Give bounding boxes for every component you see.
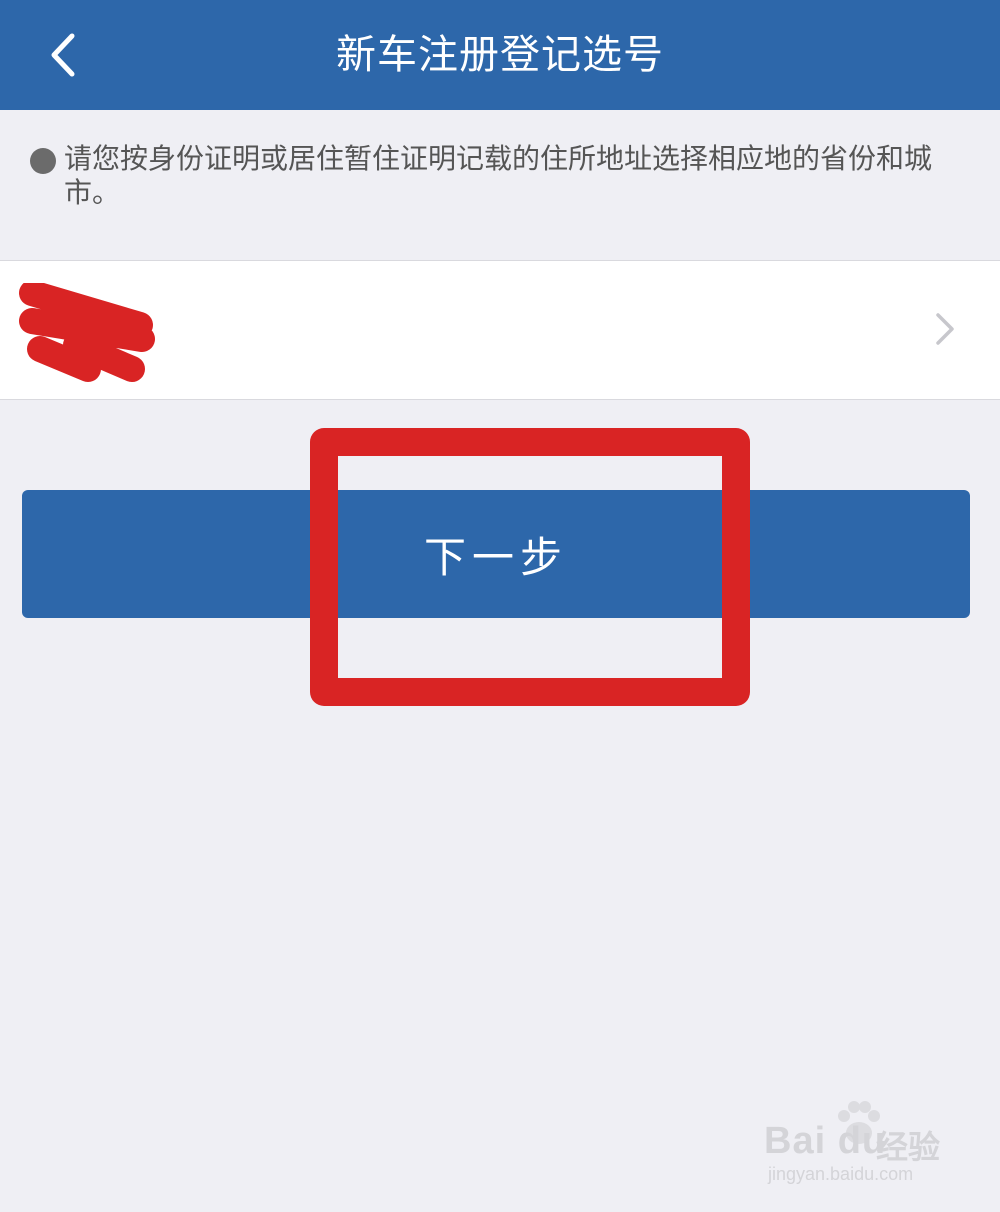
chevron-right-icon	[936, 313, 954, 345]
paw-icon	[838, 1101, 880, 1144]
back-button[interactable]	[28, 20, 98, 90]
watermark-url: jingyan.baidu.com	[768, 1164, 914, 1184]
notice-text: 请您按身份证明或居住暂住证明记载的住所地址选择相应地的省份和城市。	[64, 142, 933, 209]
chevron-left-icon	[51, 33, 75, 77]
watermark-brand: Bai du	[764, 1120, 887, 1162]
page-title: 新车注册登记选号	[336, 32, 664, 78]
watermark-product: 经验	[876, 1128, 941, 1166]
baidu-jingyan-watermark: Bai du 经验 jingyan.baidu.com	[764, 1100, 950, 1192]
redaction-scribble	[19, 283, 155, 382]
bullet-dot-icon	[30, 148, 56, 174]
notice: 请您按身份证明或居住暂住证明记载的住所地址选择相应地的省份和城市。	[30, 142, 970, 210]
region-selector-row[interactable]	[0, 260, 1000, 400]
next-step-button[interactable]: 下一步	[22, 490, 970, 618]
navigation-bar: 新车注册登记选号	[0, 0, 1000, 110]
